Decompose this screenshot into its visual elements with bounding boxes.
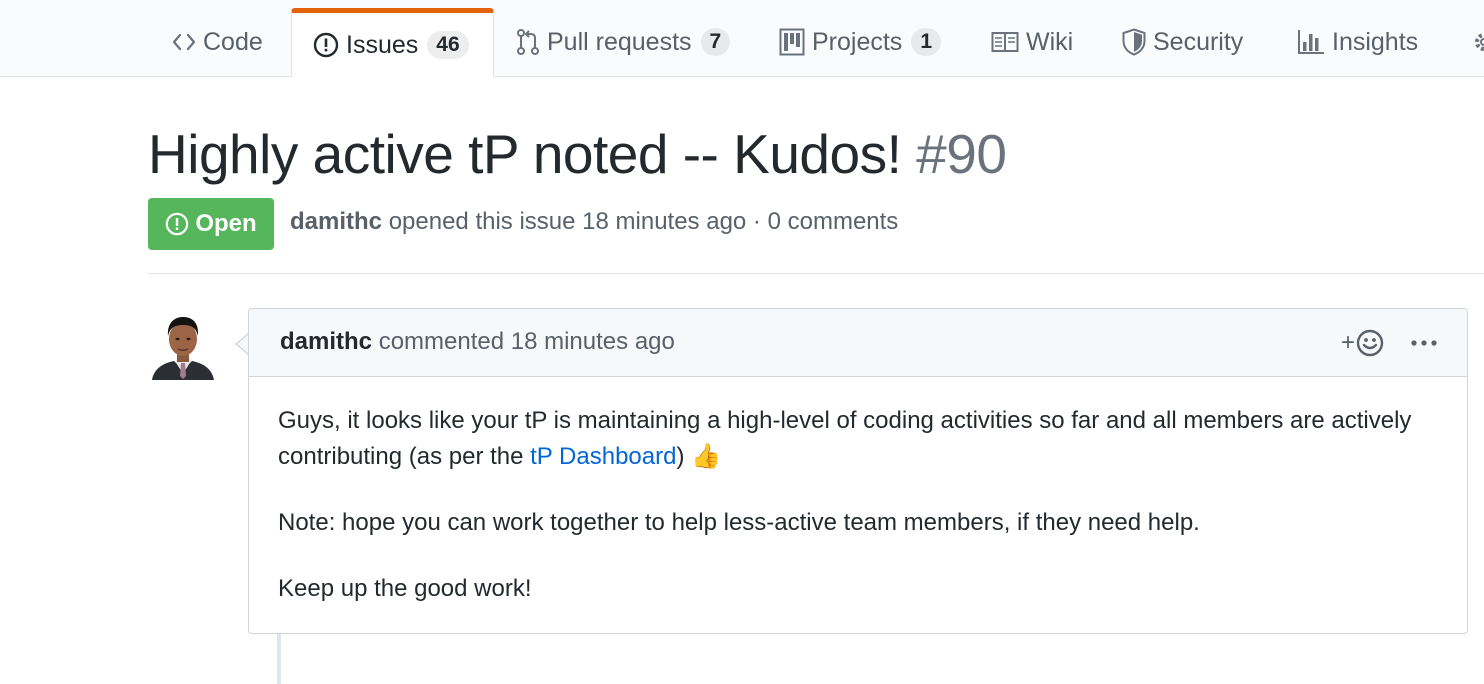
smiley-icon [1356, 329, 1384, 357]
book-icon [991, 31, 1019, 53]
issue-opened-icon [313, 32, 339, 58]
tab-code[interactable]: Code [172, 8, 263, 76]
issue-meta-text: opened this issue 18 minutes ago · 0 com… [388, 208, 899, 235]
tab-insights[interactable]: Insights [1297, 8, 1418, 76]
timeline-line [277, 634, 281, 684]
add-reaction-button[interactable]: + [1341, 327, 1384, 359]
tp-dashboard-link[interactable]: tP Dashboard [530, 443, 676, 470]
project-icon [779, 28, 805, 56]
comment-paragraph-3: Keep up the good work! [278, 575, 532, 602]
issue-title: Highly active tP noted -- Kudos! #90 [148, 120, 1007, 188]
tab-settings-partial[interactable] [1472, 8, 1484, 76]
gear-icon [1472, 30, 1484, 54]
tab-issues-label: Issues [346, 30, 419, 59]
comment-body: Guys, it looks like your tP is maintaini… [278, 403, 1448, 607]
avatar[interactable] [148, 308, 218, 380]
tab-projects-label: Projects [812, 27, 903, 56]
code-icon [172, 31, 196, 53]
issue-opened-icon [165, 212, 189, 236]
tab-insights-label: Insights [1332, 27, 1419, 56]
tab-projects[interactable]: Projects 1 [779, 8, 941, 76]
issues-counter: 46 [427, 31, 469, 59]
issue-author-link[interactable]: damithc [290, 208, 382, 235]
comment-paragraph-1: Guys, it looks like your tP is maintaini… [278, 403, 1448, 475]
tab-security[interactable]: Security [1122, 8, 1243, 76]
thumbs-up-emoji: 👍 [691, 443, 722, 470]
tab-wiki[interactable]: Wiki [991, 8, 1073, 76]
comment-text-1b: ) [676, 443, 692, 470]
issue-state-badge: Open [148, 198, 274, 250]
comment-paragraph-2: Note: hope you can work together to help… [278, 509, 1200, 536]
issue-state-label: Open [195, 210, 257, 237]
comment-author-link[interactable]: damithc [280, 328, 372, 355]
comment-card: damithc commented 18 minutes ago + Guys,… [248, 308, 1468, 634]
comment-header-text: damithc commented 18 minutes ago [280, 325, 675, 359]
projects-counter: 1 [911, 28, 941, 56]
header-divider [148, 273, 1484, 274]
tab-pull-requests[interactable]: Pull requests 7 [516, 8, 731, 76]
comment-header: damithc commented 18 minutes ago + [249, 309, 1467, 377]
tab-security-label: Security [1153, 27, 1244, 56]
comment-options-button[interactable] [1409, 327, 1439, 359]
tab-wiki-label: Wiki [1026, 27, 1074, 56]
tab-issues[interactable]: Issues 46 [291, 8, 494, 77]
git-pull-request-icon [516, 28, 540, 56]
issue-meta: damithc opened this issue 18 minutes ago… [290, 205, 898, 239]
pull-requests-counter: 7 [700, 28, 731, 56]
repo-nav-tabs: Code Issues 46 Pull requests 7 Projects … [0, 0, 1484, 77]
tab-pull-requests-label: Pull requests [547, 27, 692, 56]
kebab-horizontal-icon [1410, 339, 1438, 347]
comment-text-1: Guys, it looks like your tP is maintaini… [278, 407, 1412, 470]
shield-icon [1122, 28, 1146, 56]
graph-icon [1297, 29, 1325, 55]
issue-title-text: Highly active tP noted -- Kudos! [148, 123, 902, 185]
comment-timestamp[interactable]: commented 18 minutes ago [379, 328, 675, 355]
issue-number: #90 [916, 123, 1007, 185]
plus-label: + [1341, 329, 1356, 356]
tab-code-label: Code [203, 27, 263, 56]
